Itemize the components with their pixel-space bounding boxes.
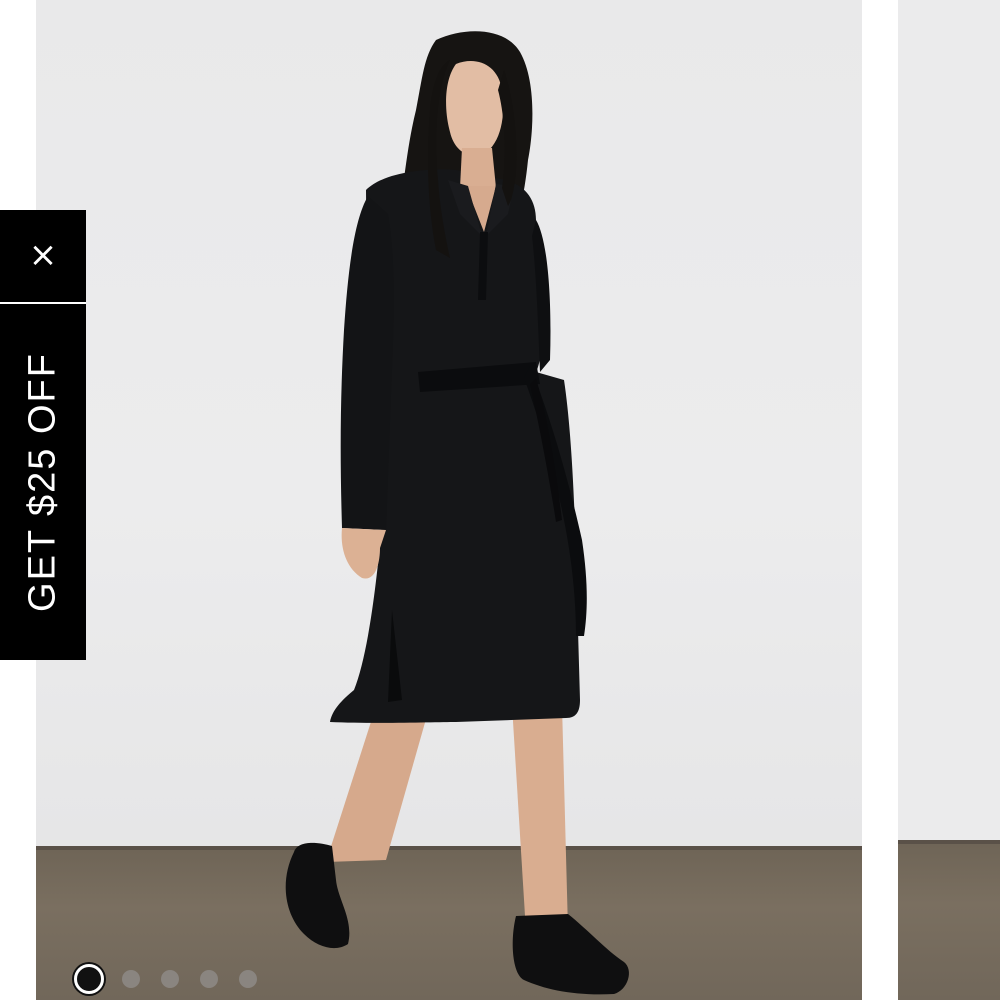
close-icon[interactable]: × [0, 210, 86, 300]
model-photo [285, 31, 629, 995]
next-floor-edge [898, 840, 1000, 844]
model-back-leg [326, 700, 428, 862]
promo-offer-label: GET $25 OFF [21, 352, 64, 612]
next-floor-background [898, 840, 1000, 1000]
model-neck [460, 148, 496, 188]
carousel-dot[interactable] [200, 970, 218, 988]
model-sleeve [340, 196, 394, 530]
promo-offer-button[interactable]: GET $25 OFF [0, 304, 86, 660]
carousel-pagination [72, 962, 278, 996]
model-face [446, 61, 504, 156]
promo-tab: × GET $25 OFF [0, 210, 86, 660]
model-front-shoe [512, 914, 629, 995]
carousel-dot[interactable] [239, 970, 257, 988]
carousel-dot[interactable] [122, 970, 140, 988]
next-product-image-slide[interactable] [898, 0, 1000, 1000]
model-front-leg [512, 705, 568, 932]
product-image-slide[interactable] [36, 0, 862, 1000]
product-page: × GET $25 OFF [0, 0, 1000, 1000]
carousel-dot-active[interactable] [74, 964, 104, 994]
carousel-dot[interactable] [161, 970, 179, 988]
